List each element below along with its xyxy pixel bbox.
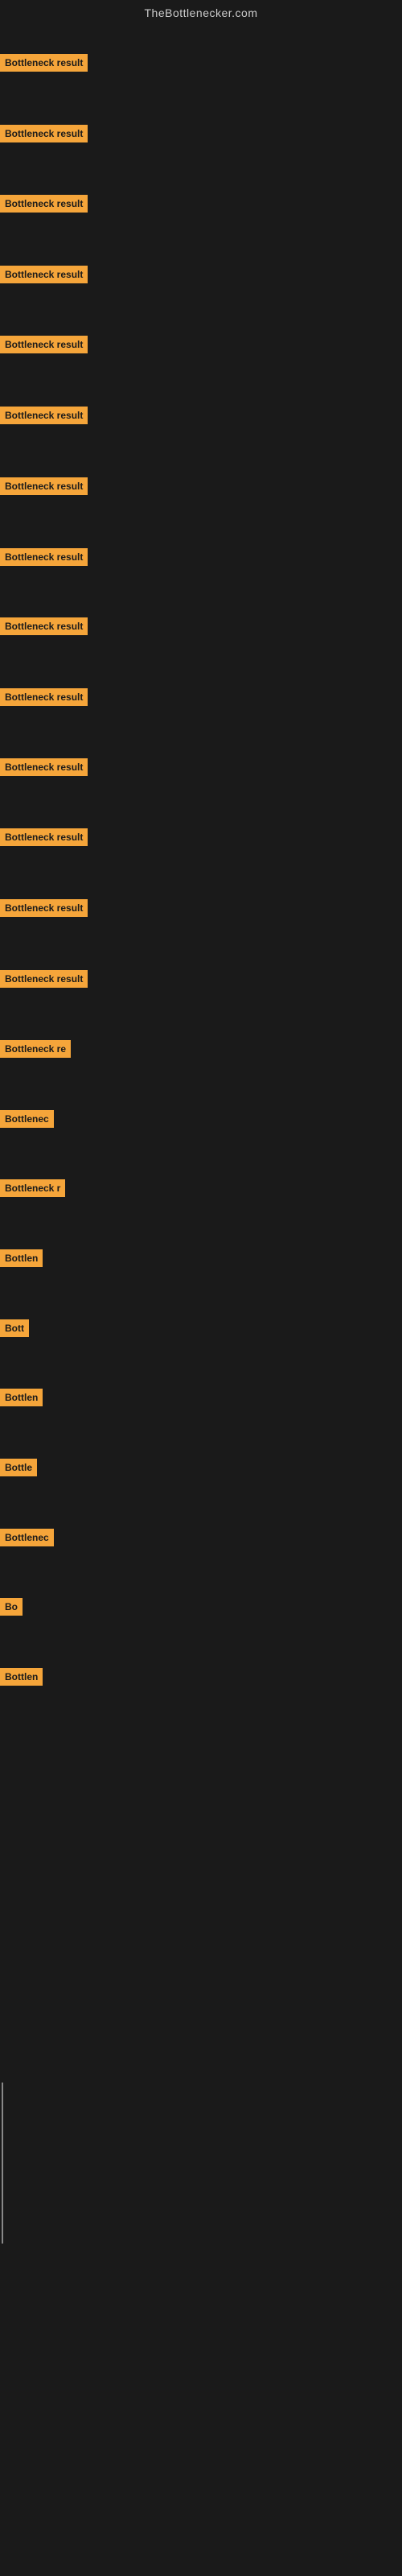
bottleneck-item-23[interactable]: Bo [0,1598,23,1616]
bottleneck-item-14[interactable]: Bottleneck result [0,970,88,988]
bottleneck-item-6[interactable]: Bottleneck result [0,407,88,424]
bottleneck-item-24[interactable]: Bottlen [0,1668,43,1686]
bottleneck-item-21[interactable]: Bottle [0,1459,37,1476]
bottleneck-item-10[interactable]: Bottleneck result [0,688,88,706]
bottleneck-item-22[interactable]: Bottlenec [0,1529,54,1546]
bottleneck-item-16[interactable]: Bottlenec [0,1110,54,1128]
bottleneck-item-19[interactable]: Bott [0,1319,29,1337]
bottleneck-item-4[interactable]: Bottleneck result [0,266,88,283]
bottleneck-item-1[interactable]: Bottleneck result [0,54,88,72]
bottleneck-item-3[interactable]: Bottleneck result [0,195,88,213]
bottleneck-item-11[interactable]: Bottleneck result [0,758,88,776]
bottleneck-item-2[interactable]: Bottleneck result [0,125,88,142]
bottleneck-item-20[interactable]: Bottlen [0,1389,43,1406]
vertical-line [2,2083,3,2244]
bottleneck-item-18[interactable]: Bottlen [0,1249,43,1267]
site-title: TheBottlenecker.com [0,0,402,26]
items-container: Bottleneck result Bottleneck result Bottle… [0,30,402,2123]
bottleneck-item-7[interactable]: Bottleneck result [0,477,88,495]
bottleneck-item-5[interactable]: Bottleneck result [0,336,88,353]
bottleneck-item-8[interactable]: Bottleneck result [0,548,88,566]
bottleneck-item-9[interactable]: Bottleneck result [0,617,88,635]
bottleneck-item-12[interactable]: Bottleneck result [0,828,88,846]
bottleneck-item-15[interactable]: Bottleneck re [0,1040,71,1058]
bottleneck-item-17[interactable]: Bottleneck r [0,1179,65,1197]
bottleneck-item-13[interactable]: Bottleneck result [0,899,88,917]
